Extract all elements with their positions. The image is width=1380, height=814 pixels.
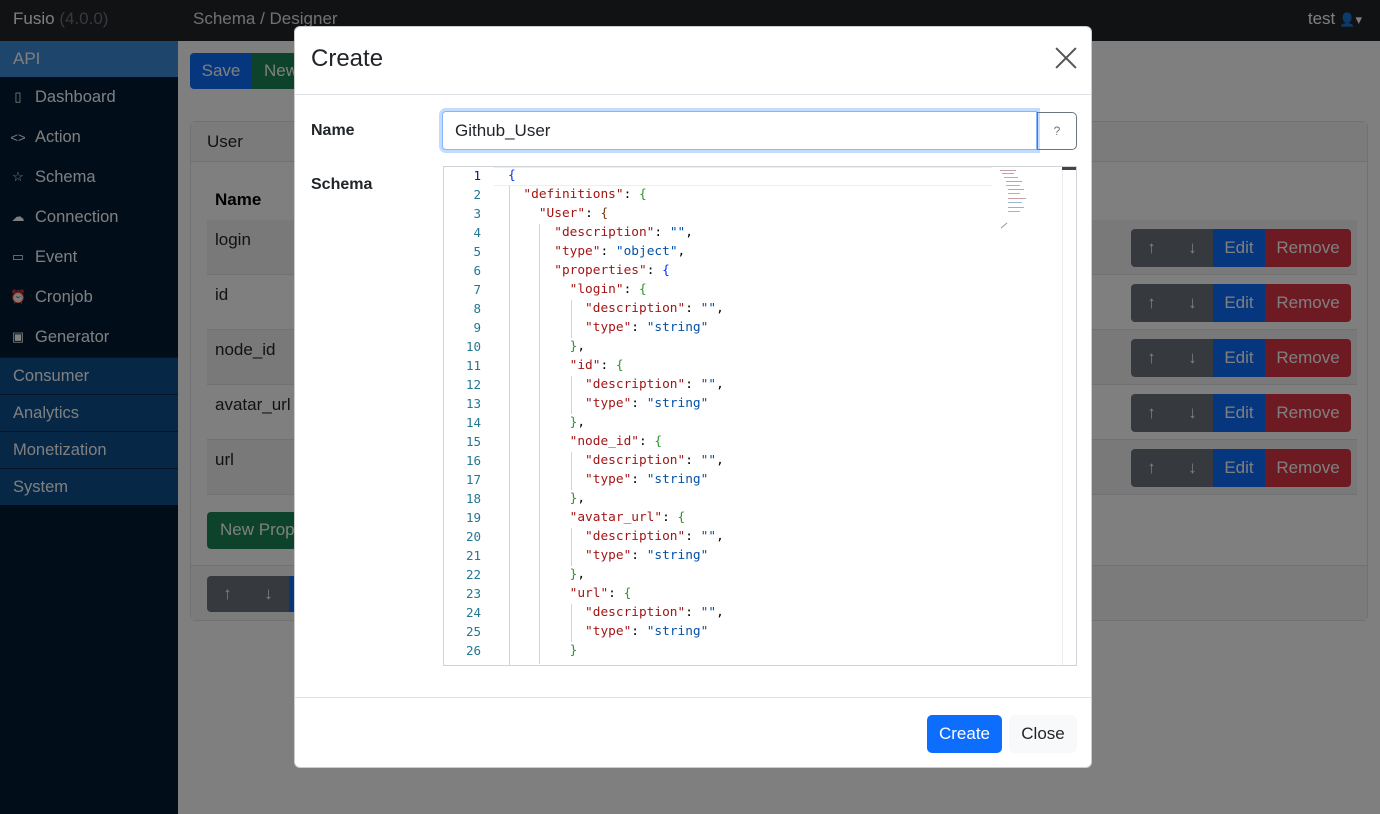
line-number: 24 [465,605,481,620]
line-number: 13 [465,396,481,411]
line-number: 14 [465,415,481,430]
code-line: }, [569,415,586,430]
name-label: Name [311,122,355,139]
editor-scrollbar[interactable] [1062,167,1076,665]
code-line: "properties": { [554,263,670,278]
line-number: 4 [473,225,481,240]
code-line: } [569,643,578,658]
name-input[interactable] [442,111,1037,150]
code-line: }, [569,567,586,582]
code-line: "url": { [569,586,632,601]
code-line: "User": { [538,206,609,221]
code-line: { [508,168,516,183]
modal-header: Create [295,27,1091,95]
create-button[interactable]: Create [927,715,1002,753]
code-line: "description": "", [585,605,724,620]
code-line: "description": "", [585,377,724,392]
line-number: 11 [465,358,481,373]
line-number: 12 [465,377,481,392]
code-line: "node_id": { [569,434,663,449]
code-line: "definitions": { [523,187,647,202]
line-number: 15 [465,434,481,449]
modal-footer: Create Close [295,697,1091,767]
line-number: 21 [465,548,481,563]
schema-label: Schema [311,176,373,193]
code-line: "description": "", [554,225,693,240]
code-minimap[interactable] [1000,169,1030,229]
code-line: "id": { [569,358,624,373]
line-number: 25 [465,624,481,639]
modal-title: Create [311,45,384,72]
line-number: 16 [465,453,481,468]
code-line: "login": { [569,282,647,297]
code-line: "description": "", [585,529,724,544]
code-line: }, [569,491,586,506]
line-number: 18 [465,491,481,506]
help-button[interactable]: ? [1037,112,1077,150]
code-line: "type": "string" [585,624,709,639]
code-line: }, [569,339,586,354]
line-number: 19 [465,510,481,525]
line-number: 5 [473,244,481,259]
line-number: 9 [473,320,481,335]
line-number: 1 [473,168,481,183]
line-number: 10 [465,339,481,354]
line-number: 22 [465,567,481,582]
line-number: 23 [465,586,481,601]
close-button[interactable]: Close [1009,715,1077,753]
code-line: "description": "", [585,453,724,468]
create-modal: Create Name ? Schema 1234567891011121314… [294,26,1092,768]
line-number: 2 [473,187,481,202]
line-number: 7 [473,282,481,297]
code-line: "type": "string" [585,320,709,335]
code-line: "description": "", [585,301,724,316]
line-number-gutter: 1 2 3 4 5 6 7 8 9 10 11 12 13 14 15 16 17 18 19 20 21 22 23 24 2… [444,167,489,665]
code-area[interactable]: { "definitions": { "User": { "descriptio… [508,167,1068,665]
line-number: 8 [473,301,481,316]
line-number: 6 [473,263,481,278]
schema-code-editor[interactable]: 1 2 3 4 5 6 7 8 9 10 11 12 13 14 15 16 17 18 19 20 21 22 23 24 2… [443,166,1077,666]
close-icon[interactable] [1055,47,1077,69]
line-number: 20 [465,529,481,544]
code-line: "avatar_url": { [569,510,686,525]
line-number: 3 [473,206,481,221]
line-number: 26 [465,643,481,658]
code-line: "type": "string" [585,548,709,563]
line-number: 17 [465,472,481,487]
code-line: "type": "string" [585,396,709,411]
code-line: "type": "object", [554,244,686,259]
scrollbar-thumb[interactable] [1062,167,1076,170]
code-line: "type": "string" [585,472,709,487]
